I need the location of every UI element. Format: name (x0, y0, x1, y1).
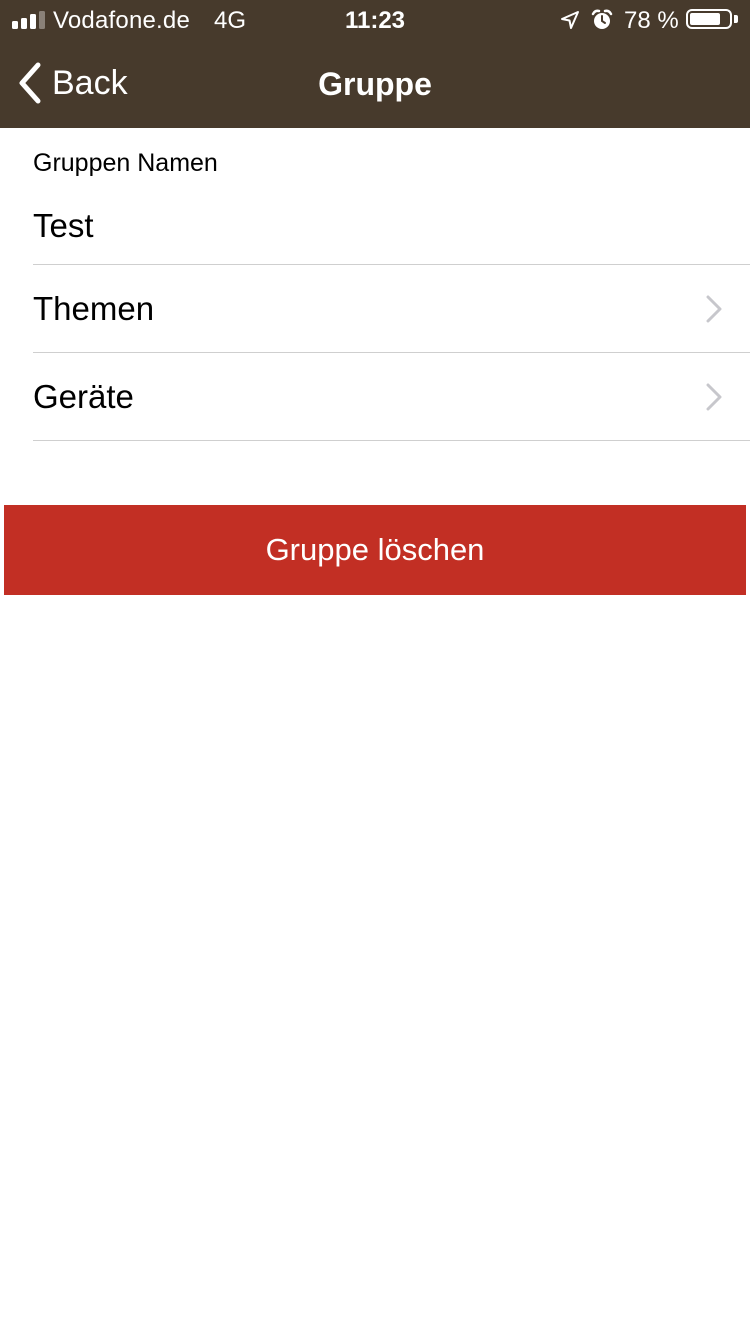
battery-icon (686, 9, 740, 31)
separator (33, 440, 750, 441)
battery-percentage: 78 % (624, 7, 679, 34)
group-name-input[interactable] (33, 204, 723, 248)
navigation-header: Vodafone.de 4G 11:23 78 % Back Gruppe (0, 0, 750, 128)
location-icon (561, 11, 579, 29)
row-geraete-label: Geräte (33, 378, 134, 415)
page-title: Gruppe (318, 66, 432, 102)
chevron-right-icon (706, 295, 722, 323)
battery-level-fill (690, 13, 720, 25)
row-themen[interactable]: Themen (0, 265, 750, 352)
group-name-label: Gruppen Namen (33, 149, 218, 177)
delete-group-button[interactable]: Gruppe löschen (4, 505, 746, 595)
status-bar: Vodafone.de 4G 11:23 78 % (0, 0, 750, 40)
row-themen-label: Themen (33, 290, 155, 327)
row-geraete[interactable]: Geräte (0, 353, 750, 440)
chevron-right-icon (706, 383, 722, 411)
alarm-icon (591, 9, 613, 29)
